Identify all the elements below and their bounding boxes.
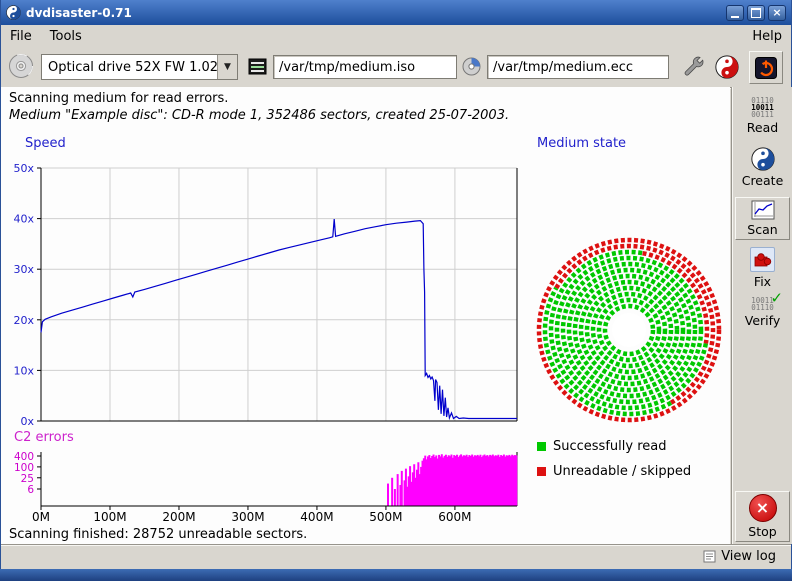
dvdisaster-logo-icon bbox=[715, 55, 739, 79]
verify-button[interactable]: 10011 01110 ✓ Verify bbox=[735, 295, 790, 330]
scan-button[interactable]: Scan bbox=[735, 197, 790, 240]
svg-text:300M: 300M bbox=[231, 510, 264, 524]
legend-item-read: Successfully read bbox=[537, 439, 666, 454]
svg-text:10x: 10x bbox=[13, 364, 34, 377]
check-icon: ✓ bbox=[772, 295, 782, 302]
legend-swatch bbox=[537, 442, 546, 451]
svg-text:0M: 0M bbox=[32, 510, 50, 524]
footer-status: Scanning finished: 28752 unreadable sect… bbox=[9, 527, 307, 542]
legend-label: Unreadable / skipped bbox=[553, 464, 691, 479]
taskbar bbox=[0, 569, 792, 581]
app-yin-yang-icon bbox=[6, 5, 21, 20]
stop-button-label: Stop bbox=[748, 524, 776, 539]
medium-state-disc bbox=[529, 230, 729, 430]
legend-label: Successfully read bbox=[553, 439, 666, 454]
preferences-button[interactable] bbox=[679, 52, 709, 82]
minimize-icon bbox=[731, 16, 739, 18]
fix-puzzle-icon bbox=[750, 247, 775, 272]
window-title: dvdisaster-0.71 bbox=[26, 6, 723, 20]
quit-button[interactable] bbox=[749, 51, 783, 84]
svg-text:600M: 600M bbox=[438, 510, 471, 524]
menu-bar: File Tools Help bbox=[1, 25, 791, 47]
menu-item-help[interactable]: Help bbox=[743, 27, 791, 46]
menu-item-file[interactable]: File bbox=[1, 27, 41, 46]
maximize-button[interactable] bbox=[747, 5, 765, 21]
iso-path-input[interactable] bbox=[273, 55, 457, 79]
create-button[interactable]: Create bbox=[735, 145, 790, 190]
svg-text:20x: 20x bbox=[13, 314, 34, 327]
read-button[interactable]: 01110 10011 00111 Read bbox=[735, 95, 790, 137]
stop-button[interactable]: × Stop bbox=[735, 491, 790, 542]
scan-chart-icon bbox=[751, 200, 775, 220]
view-log-label: View log bbox=[721, 549, 776, 564]
svg-text:500M: 500M bbox=[369, 510, 402, 524]
toolbar: Optical drive 52X FW 1.02 ▼ bbox=[1, 47, 791, 88]
speed-c2-chart: 0x 10x 20x 30x 40x 50x 0M 100M 200M 300M 400M 500M 6… bbox=[1, 135, 531, 527]
close-button[interactable]: × bbox=[768, 5, 786, 21]
scan-button-label: Scan bbox=[747, 222, 777, 237]
drive-selector[interactable]: Optical drive 52X FW 1.02 ▼ bbox=[41, 54, 238, 80]
maximize-icon bbox=[751, 8, 761, 18]
wrench-icon bbox=[682, 55, 706, 79]
legend-swatch bbox=[537, 467, 546, 476]
svg-text:40x: 40x bbox=[13, 213, 34, 226]
about-button[interactable] bbox=[712, 52, 742, 82]
verify-button-label: Verify bbox=[745, 313, 780, 328]
action-sidebar: 01110 10011 00111 Read Create bbox=[731, 87, 792, 544]
status-line-2: Medium "Example disc": CD-R mode 1, 3524… bbox=[9, 108, 509, 123]
main-panel: Scanning medium for read errors. Medium … bbox=[1, 87, 730, 544]
read-binary-icon: 01110 10011 00111 bbox=[751, 97, 774, 118]
iso-file-icon bbox=[248, 58, 267, 75]
medium-state-title: Medium state bbox=[537, 136, 626, 151]
cd-drive-icon bbox=[8, 53, 34, 79]
verify-binary-icon: 10011 01110 ✓ bbox=[751, 297, 774, 311]
fix-button[interactable]: Fix bbox=[735, 245, 790, 291]
bottom-bar: View log bbox=[1, 544, 791, 569]
create-button-label: Create bbox=[742, 173, 784, 188]
svg-text:50x: 50x bbox=[13, 162, 34, 175]
svg-text:100M: 100M bbox=[93, 510, 126, 524]
title-bar: dvdisaster-0.71 × bbox=[1, 0, 791, 25]
svg-text:25: 25 bbox=[21, 473, 34, 485]
status-line-1: Scanning medium for read errors. bbox=[9, 91, 228, 106]
ecc-path-input[interactable] bbox=[487, 55, 669, 79]
read-button-label: Read bbox=[747, 120, 778, 135]
chevron-down-icon: ▼ bbox=[217, 55, 237, 79]
screen: dvdisaster-0.71 × File Tools Help Optica… bbox=[0, 0, 792, 581]
view-log-button[interactable]: View log bbox=[698, 547, 781, 566]
dvdisaster-window: dvdisaster-0.71 × File Tools Help Optica… bbox=[0, 0, 792, 569]
svg-text:200M: 200M bbox=[162, 510, 195, 524]
stop-icon: × bbox=[749, 494, 777, 522]
power-icon bbox=[755, 57, 777, 79]
minimize-button[interactable] bbox=[726, 5, 744, 21]
fix-button-label: Fix bbox=[754, 274, 771, 289]
svg-text:30x: 30x bbox=[13, 263, 34, 276]
svg-text:6: 6 bbox=[27, 484, 34, 496]
menu-item-tools[interactable]: Tools bbox=[41, 27, 91, 46]
svg-text:0x: 0x bbox=[20, 415, 34, 428]
legend-item-unreadable: Unreadable / skipped bbox=[537, 464, 691, 479]
create-yin-yang-icon bbox=[751, 147, 775, 171]
svg-text:400M: 400M bbox=[300, 510, 333, 524]
close-icon: × bbox=[772, 7, 781, 18]
drive-selector-value: Optical drive 52X FW 1.02 bbox=[42, 60, 217, 75]
ecc-file-icon bbox=[462, 57, 481, 76]
view-log-icon bbox=[703, 550, 716, 563]
